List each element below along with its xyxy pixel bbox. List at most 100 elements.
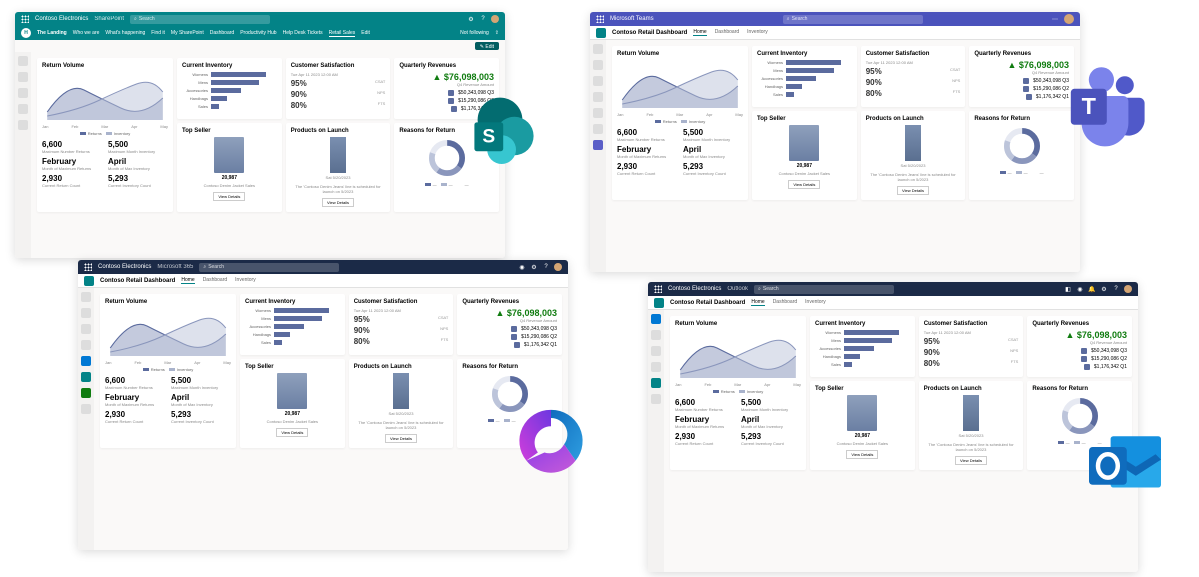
tab-dashboard[interactable]: Dashboard [773, 299, 797, 306]
chat-icon[interactable] [593, 60, 603, 70]
view-details-button[interactable]: View Details [385, 434, 417, 443]
nav-item[interactable]: What's happening [105, 30, 145, 36]
tab-home[interactable]: Home [751, 299, 764, 306]
nav-item[interactable]: My SharePoint [171, 30, 204, 36]
more-icon[interactable]: ⋯ [1052, 16, 1058, 23]
teams-icon[interactable] [593, 76, 603, 86]
settings-icon[interactable]: ⚙ [530, 263, 538, 271]
view-details-button[interactable]: View Details [213, 192, 245, 201]
help-icon[interactable]: ? [1112, 285, 1120, 293]
sidebar-icon[interactable] [18, 56, 28, 66]
content-icon[interactable] [81, 324, 91, 334]
settings-icon[interactable]: ⚙ [467, 15, 475, 23]
org-name: Contoso Electronics [35, 16, 88, 22]
revenue-big: ▲ $76,098,003 [462, 308, 557, 318]
activity-icon[interactable] [593, 44, 603, 54]
people-icon[interactable] [651, 346, 661, 356]
edit-button[interactable]: ✎ Edit [475, 42, 499, 50]
settings-icon[interactable]: ⚙ [1100, 285, 1108, 293]
files-icon[interactable] [593, 124, 603, 134]
launch-card: Products on Launch Sat 5/20/2023 The 'Co… [349, 359, 454, 448]
nav-item[interactable]: Find it [151, 30, 165, 36]
app-name: SharePoint [94, 16, 124, 22]
home-icon[interactable] [81, 292, 91, 302]
site-logo-icon[interactable]: H [21, 28, 31, 38]
view-details-button[interactable]: View Details [322, 198, 354, 207]
sidebar-icon[interactable] [18, 104, 28, 114]
search-input[interactable]: Search [199, 263, 339, 272]
sidebar-icon[interactable] [18, 120, 28, 130]
avatar[interactable] [1064, 14, 1074, 24]
view-details-button[interactable]: View Details [276, 428, 308, 437]
search-input[interactable]: Search [130, 15, 270, 24]
share-icon[interactable]: ⇪ [495, 30, 499, 36]
revenue-big: ▲ $76,098,003 [399, 72, 494, 82]
tab-inventory[interactable]: Inventory [805, 299, 826, 306]
feed-icon[interactable] [81, 340, 91, 350]
files-icon[interactable] [651, 362, 661, 372]
avatar[interactable] [491, 15, 499, 23]
calls-icon[interactable] [593, 108, 603, 118]
teams-logo-icon: T [1060, 60, 1150, 150]
page-header: Contoso Retail Dashboard Home Dashboard … [648, 296, 1138, 310]
help-icon[interactable]: ? [479, 15, 487, 23]
create-icon[interactable] [81, 308, 91, 318]
tab-inventory[interactable]: Inventory [747, 29, 768, 36]
app-icon[interactable] [593, 140, 603, 150]
avatar[interactable] [1124, 285, 1132, 293]
search-input[interactable]: Search [754, 285, 894, 294]
search-input[interactable]: Search [783, 15, 923, 24]
nav-item[interactable]: Retail Sales [329, 30, 356, 37]
more-icon[interactable] [651, 394, 661, 404]
tab-inventory[interactable]: Inventory [235, 277, 256, 284]
word-icon[interactable] [81, 356, 91, 366]
view-details-button[interactable]: View Details [897, 186, 929, 195]
waffle-icon[interactable] [84, 263, 92, 271]
card-title: Quarterly Revenues [399, 63, 494, 69]
nav-item[interactable]: Edit [361, 30, 370, 36]
tab-home[interactable]: Home [693, 29, 706, 36]
waffle-icon[interactable] [21, 15, 29, 23]
tab-home[interactable]: Home [181, 277, 194, 284]
satisfaction-card: Customer Satisfaction Tue Apr 11 2023 12… [861, 46, 966, 107]
page-header: Contoso Retail Dashboard Home Dashboard … [78, 274, 568, 288]
calendar-icon[interactable] [651, 330, 661, 340]
nav-item[interactable]: Productivity Hub [240, 30, 276, 36]
excel-icon[interactable] [81, 372, 91, 382]
cs-rows: 95%CSAT90%NPS80%FTS [354, 315, 449, 346]
tab-dashboard[interactable]: Dashboard [203, 277, 227, 284]
waffle-icon[interactable] [596, 15, 604, 23]
return-volume-card: Return Volume Jan Feb Mar Apr May Return… [37, 58, 173, 212]
icon[interactable]: ◉ [518, 263, 526, 271]
view-details-button[interactable]: View Details [788, 180, 820, 189]
inventory-bars: WomensMensAccessoriesHandbagsSales [182, 72, 277, 109]
card-title: Quarterly Revenues [1032, 321, 1127, 327]
donut-chart [1002, 126, 1042, 166]
more-icon[interactable] [81, 404, 91, 414]
sidebar-icon[interactable] [18, 88, 28, 98]
dashboard-content: Return Volume Jan Feb Mar Apr May Return… [664, 310, 1138, 572]
not-following[interactable]: Not following [460, 30, 489, 36]
sidebar-icon[interactable] [18, 72, 28, 82]
return-chart [675, 330, 801, 380]
todo-icon[interactable] [651, 378, 661, 388]
waffle-icon[interactable] [654, 285, 662, 293]
help-icon[interactable]: ? [542, 263, 550, 271]
view-details-button[interactable]: View Details [846, 450, 878, 459]
revenue-card: Quarterly Revenues ▲ $76,098,003 Q4 Reve… [457, 294, 562, 355]
mail-icon[interactable] [651, 314, 661, 324]
notif-icon[interactable]: 🔔 [1088, 285, 1096, 293]
tab-dashboard[interactable]: Dashboard [715, 29, 739, 36]
app-icon [596, 28, 606, 38]
view-details-button[interactable]: View Details [955, 456, 987, 465]
nav-item[interactable]: Dashboard [210, 30, 234, 36]
icon[interactable]: ◧ [1064, 285, 1072, 293]
card-title: Return Volume [105, 299, 231, 305]
nav-item[interactable]: Who we are [73, 30, 100, 36]
calendar-icon[interactable] [593, 92, 603, 102]
inventory-bars: WomensMensAccessoriesHandbagsSales [815, 330, 910, 367]
ppt-icon[interactable] [81, 388, 91, 398]
icon[interactable]: ◉ [1076, 285, 1084, 293]
avatar[interactable] [554, 263, 562, 271]
nav-item[interactable]: Help Desk Tickets [283, 30, 323, 36]
